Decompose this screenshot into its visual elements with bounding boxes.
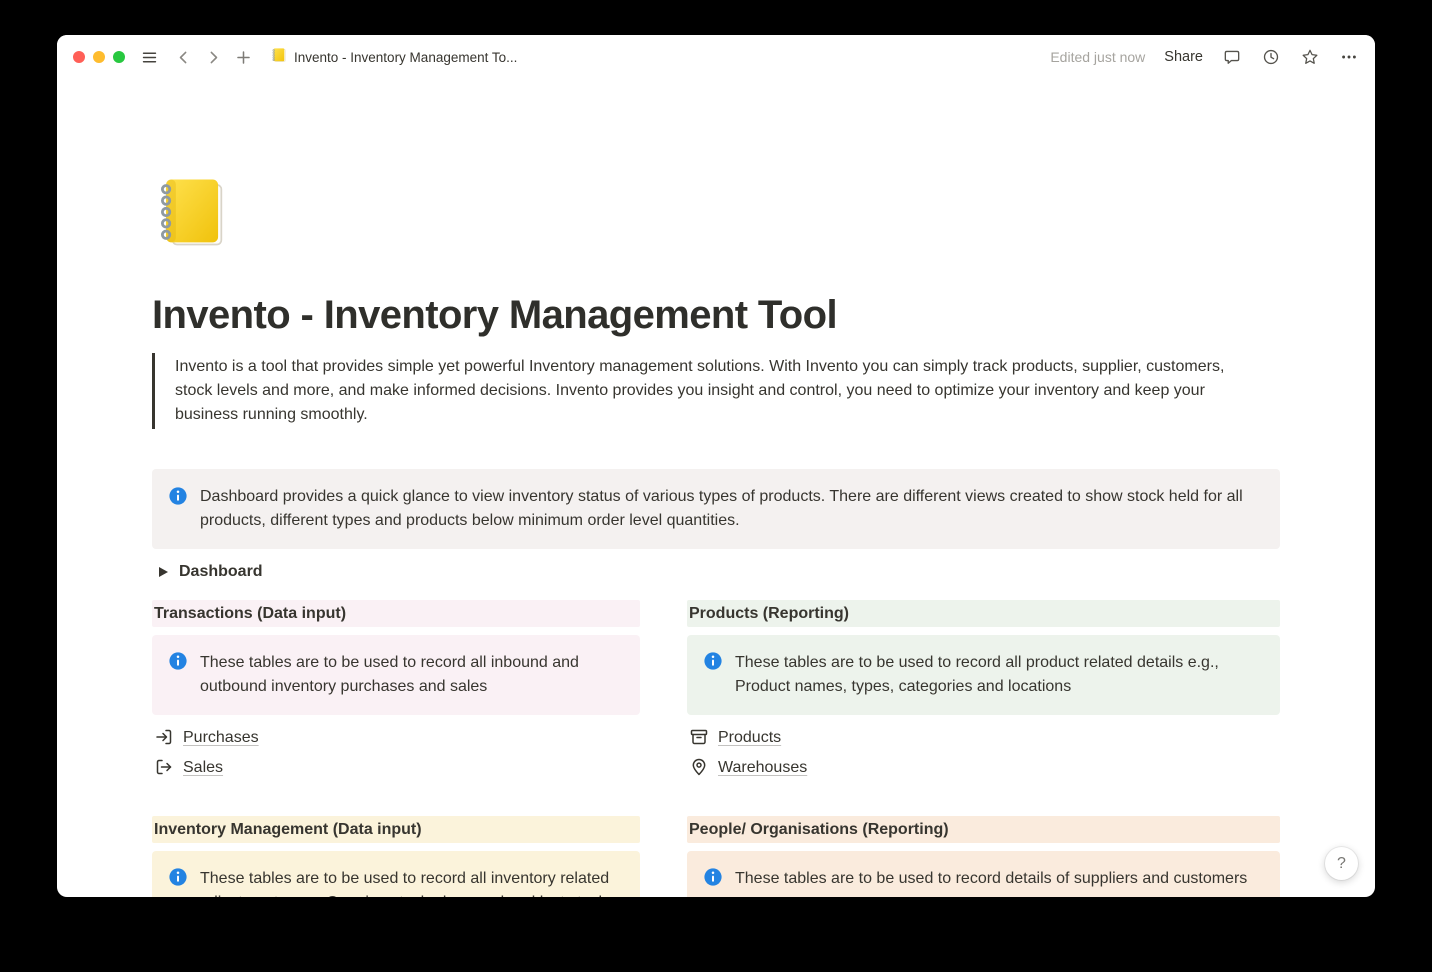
history-clock-icon[interactable] (1261, 47, 1281, 67)
tab-title: Invento - Inventory Management To... (294, 50, 517, 65)
back-icon[interactable] (173, 47, 193, 67)
dashboard-toggle-label: Dashboard (179, 561, 263, 582)
enter-arrow-icon (154, 727, 174, 747)
info-icon (168, 486, 188, 533)
close-window-button[interactable] (73, 51, 85, 63)
people-organisations-callout: These tables are to be used to record de… (687, 851, 1280, 897)
info-icon (703, 651, 723, 699)
link-purchases-label[interactable]: Purchases (183, 727, 259, 748)
section-header-products: Products (Reporting) (687, 600, 1280, 627)
toggle-triangle-icon[interactable] (159, 567, 168, 577)
forward-icon[interactable] (203, 47, 223, 67)
link-products-label[interactable]: Products (718, 727, 781, 748)
titlebar: Invento - Inventory Management To... Edi… (57, 35, 1375, 79)
more-options-icon[interactable] (1339, 47, 1359, 67)
new-tab-icon[interactable] (233, 47, 253, 67)
page-tab[interactable]: Invento - Inventory Management To... (271, 47, 517, 68)
inventory-management-callout: These tables are to be used to record al… (152, 851, 640, 897)
edited-status: Edited just now (1050, 49, 1145, 65)
comments-icon[interactable] (1222, 47, 1242, 67)
link-purchases[interactable]: Purchases (152, 722, 640, 752)
page-title: Invento - Inventory Management Tool (152, 291, 1280, 339)
section-header-people-organisations: People/ Organisations (Reporting) (687, 816, 1280, 843)
app-window: Invento - Inventory Management To... Edi… (57, 35, 1375, 897)
dashboard-callout: Dashboard provides a quick glance to vie… (152, 469, 1280, 549)
link-products[interactable]: Products (687, 722, 1280, 752)
dashboard-toggle[interactable]: Dashboard (152, 557, 1280, 586)
info-icon (168, 867, 188, 897)
page-scroll-area[interactable]: Invento - Inventory Management Tool Inve… (57, 79, 1375, 897)
location-pin-icon (689, 757, 709, 777)
zoom-window-button[interactable] (113, 51, 125, 63)
section-header-inventory-management: Inventory Management (Data input) (152, 816, 640, 843)
hamburger-menu-icon[interactable] (139, 47, 159, 67)
inventory-management-callout-text: These tables are to be used to record al… (200, 867, 624, 897)
exit-arrow-icon (154, 757, 174, 777)
info-icon (703, 867, 723, 895)
link-sales[interactable]: Sales (152, 752, 640, 782)
minimize-window-button[interactable] (93, 51, 105, 63)
ledger-emoji-icon (271, 47, 287, 68)
products-callout: These tables are to be used to record al… (687, 635, 1280, 715)
help-button[interactable]: ? (1325, 847, 1358, 880)
dashboard-callout-text: Dashboard provides a quick glance to vie… (200, 485, 1264, 533)
section-header-transactions: Transactions (Data input) (152, 600, 640, 627)
products-callout-text: These tables are to be used to record al… (735, 651, 1264, 699)
info-icon (168, 651, 188, 699)
intro-quote: Invento is a tool that provides simple y… (152, 353, 1257, 429)
share-button[interactable]: Share (1164, 49, 1203, 65)
archive-box-icon (689, 727, 709, 747)
people-organisations-callout-text: These tables are to be used to record de… (735, 867, 1247, 895)
traffic-lights (73, 51, 125, 63)
link-warehouses-label[interactable]: Warehouses (718, 757, 807, 778)
favorite-star-icon[interactable] (1300, 47, 1320, 67)
transactions-callout: These tables are to be used to record al… (152, 635, 640, 715)
link-warehouses[interactable]: Warehouses (687, 752, 1280, 782)
link-sales-label[interactable]: Sales (183, 757, 223, 778)
page-ledger-icon[interactable] (152, 173, 230, 251)
transactions-callout-text: These tables are to be used to record al… (200, 651, 624, 699)
